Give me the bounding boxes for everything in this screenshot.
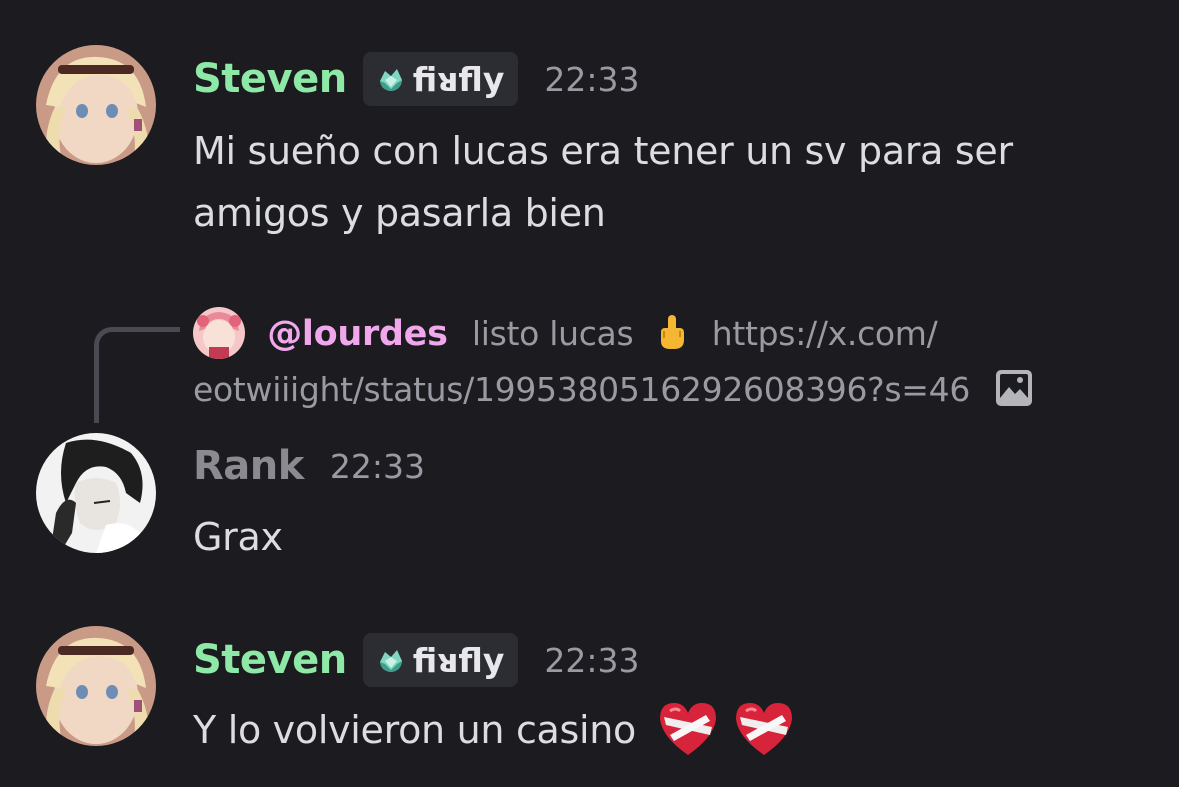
- timestamp: 22:33: [329, 446, 425, 486]
- message-line: amigos y pasarla bien: [193, 191, 606, 235]
- message-header: Steven fiᴚfly 22:33: [193, 633, 639, 687]
- timestamp: 22:33: [544, 640, 640, 680]
- reply-connector: [94, 327, 180, 423]
- mending-heart-emoji: [732, 697, 796, 761]
- message-header: Steven fiᴚfly 22:33: [193, 52, 639, 106]
- chat-log: Steven fiᴚfly 22:33 Mi sueño con lucas e…: [0, 0, 1179, 787]
- message-content: Mi sueño con lucas era tener un sv para …: [193, 120, 1013, 244]
- image-icon[interactable]: [994, 368, 1034, 408]
- reply-mention[interactable]: @lourdes: [267, 314, 448, 354]
- message-content: Y lo volvieron un casino: [193, 699, 796, 765]
- message-line: Mi sueño con lucas era tener un sv para …: [193, 129, 1013, 173]
- avatar-rank[interactable]: [36, 433, 156, 553]
- username[interactable]: Steven: [193, 637, 347, 683]
- message-line: Y lo volvieron un casino: [193, 708, 637, 752]
- avatar-steven[interactable]: [36, 626, 156, 746]
- teal-gem-icon: [379, 650, 402, 672]
- guild-tag[interactable]: fiᴚfly: [362, 52, 519, 106]
- mending-heart-emoji: [656, 697, 720, 761]
- reply-link-continued[interactable]: eotwiiight/status/1995380516292608396?s=…: [193, 370, 970, 409]
- username[interactable]: Rank: [193, 443, 304, 489]
- guild-tag[interactable]: fiᴚfly: [362, 633, 519, 687]
- avatar-steven[interactable]: [36, 45, 156, 165]
- username[interactable]: Steven: [193, 56, 347, 102]
- guild-tag-label: fiᴚfly: [412, 640, 505, 680]
- timestamp: 22:33: [544, 59, 640, 99]
- reply-link[interactable]: https://x.com/: [712, 314, 938, 353]
- teal-gem-icon: [379, 69, 402, 91]
- message-line: Grax: [193, 515, 283, 559]
- reply-text: listo lucas: [471, 314, 634, 353]
- reply-preview[interactable]: @lourdes listo lucas https://x.com/ eotw…: [193, 306, 1034, 418]
- reply-avatar: [193, 306, 245, 359]
- guild-tag-label: fiᴚfly: [412, 59, 505, 99]
- middle-finger-emoji: [652, 312, 692, 352]
- message-content: Grax: [193, 506, 283, 568]
- message-header: Rank 22:33: [193, 443, 425, 489]
